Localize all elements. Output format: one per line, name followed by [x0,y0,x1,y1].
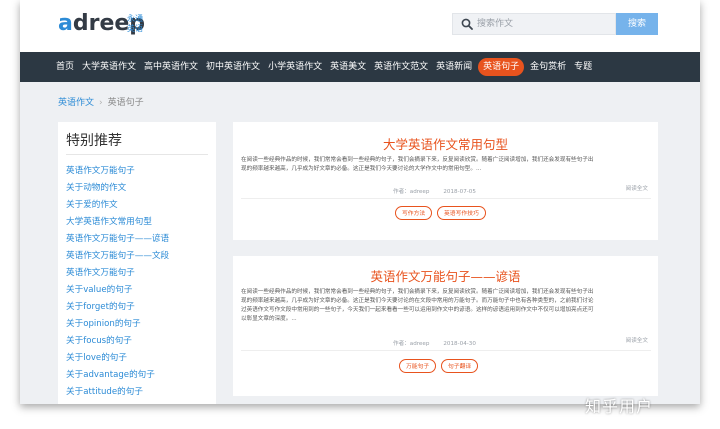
article-date: 2018-07-05 [443,189,476,195]
recommend-sidebar: 特别推荐 英语作文万能句子 关于动物的作文 关于爱的作文 大学英语作文常用句型 … [58,122,216,404]
logo-accent: a [58,11,73,36]
sidebar-item[interactable]: 英语作文万能句子 [66,163,169,180]
watermark-text: 知乎用户 [585,397,654,416]
article-title[interactable]: 大学英语作文常用句型 [233,134,658,153]
nav-item-english-prose[interactable]: 英语美文 [330,58,366,76]
sidebar-item[interactable]: 关于value的句子 [66,282,169,299]
nav-item-highschool-essays[interactable]: 高中英语作文 [144,58,198,76]
article-excerpt: 在阅读一些经典作品的时候，我们常常会看到一些经典的句子，我们会摘录下来，反复阅读… [241,289,594,322]
breadcrumb-home-link[interactable]: 英语作文 [58,98,94,108]
nav-item-middleschool-essays[interactable]: 初中英语作文 [206,58,260,76]
article-tag[interactable]: 句子翻译 [441,359,479,373]
sidebar-item[interactable]: 关于爱的作文 [66,197,169,214]
nav-list: 首页 大学英语作文 高中英语作文 初中英语作文 小学英语作文 英语美文 英语作文… [56,52,600,82]
browser-page: adreep 永通英语 搜索 首页 大学英语作文 高中英语作文 初中英语作文 小… [20,0,700,404]
article-tag[interactable]: 写作方法 [395,206,433,220]
breadcrumb-current: 英语句子 [107,98,144,108]
sidebar-item[interactable]: 关于动物的作文 [66,180,169,197]
article-author: 作者：adreep [393,341,430,347]
article-tag[interactable]: 万能句子 [399,359,437,373]
article-date: 2018-04-30 [443,341,476,347]
breadcrumb: 英语作文 › 英语句子 [58,95,144,108]
sidebar-item[interactable]: 关于love的句子 [66,350,169,367]
article-card: 大学英语作文常用句型 在阅读一些经典作品的时候，我们常常会看到一些经典的句子，我… [233,122,658,240]
logo-subtitle: 永通英语 [127,14,143,33]
sidebar-list: 英语作文万能句子 关于动物的作文 关于爱的作文 大学英语作文常用句型 英语作文万… [66,163,169,401]
sidebar-item[interactable]: 英语作文万能句子——谚语 [66,231,169,248]
sidebar-item[interactable]: 关于advantage的句子 [66,367,169,384]
sidebar-divider [66,154,208,155]
sidebar-item[interactable]: 英语作文万能句子——文段 [66,248,169,265]
article-excerpt: 在阅读一些经典作品的时候，我们常常会看到一些经典的句子，我们会摘录下来，反复阅读… [241,157,594,172]
sidebar-item[interactable]: 关于focus的句子 [66,333,169,350]
article-read-more[interactable]: 阅读全文 [626,336,648,344]
nav-item-model-essays[interactable]: 英语作文范文 [374,58,428,76]
article-meta: 作者：adreep 2018-04-30 [393,339,476,347]
site-header: adreep 永通英语 搜索 [20,0,700,52]
article-author: 作者：adreep [393,189,430,195]
sidebar-item[interactable]: 关于opinion的句子 [66,316,169,333]
search-input[interactable] [477,15,613,33]
main-nav: 首页 大学英语作文 高中英语作文 初中英语作文 小学英语作文 英语美文 英语作文… [20,52,700,82]
article-meta: 作者：adreep 2018-07-05 [393,187,476,195]
nav-item-primary-essays[interactable]: 小学英语作文 [268,58,322,76]
search-icon [461,18,473,30]
nav-item-english-news[interactable]: 英语新闻 [436,58,472,76]
sidebar-item[interactable]: 关于forget的句子 [66,299,169,316]
nav-item-college-essays[interactable]: 大学英语作文 [82,58,136,76]
sidebar-title: 特别推荐 [66,133,122,149]
nav-item-golden-quotes[interactable]: 金句赏析 [530,58,566,76]
breadcrumb-separator: › [99,98,103,108]
sidebar-item[interactable]: 英语作文万能句子 [66,265,169,282]
article-divider [241,198,651,199]
article-read-more[interactable]: 阅读全文 [626,184,648,192]
article-divider [241,350,651,351]
article-card: 英语作文万能句子——谚语 在阅读一些经典作品的时候，我们常常会看到一些经典的句子… [233,256,658,396]
nav-item-topics[interactable]: 专题 [574,58,592,76]
article-title[interactable]: 英语作文万能句子——谚语 [233,266,658,285]
article-tag[interactable]: 英语写作技巧 [437,206,486,220]
search-box [452,13,616,35]
sidebar-item[interactable]: 关于attitude的句子 [66,384,169,401]
nav-item-english-sentences[interactable]: 英语句子 [478,58,525,76]
nav-item-home[interactable]: 首页 [56,58,74,76]
search-button[interactable]: 搜索 [616,13,658,35]
sidebar-item[interactable]: 大学英语作文常用句型 [66,214,169,231]
